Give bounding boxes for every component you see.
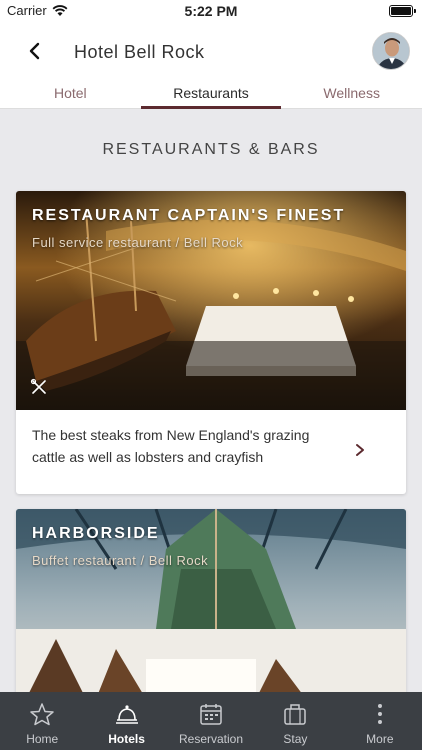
- restaurant-card[interactable]: HARBORSIDE Buffet restaurant / Bell Rock: [16, 509, 406, 699]
- avatar[interactable]: [372, 32, 410, 70]
- restaurant-card[interactable]: RESTAURANT CAPTAIN'S FINEST Full service…: [16, 191, 406, 494]
- nav-home[interactable]: Home: [0, 692, 84, 750]
- restaurant-subtitle: Full service restaurant / Bell Rock: [32, 235, 244, 250]
- restaurant-name: HARBORSIDE: [32, 525, 160, 542]
- page-title: Hotel Bell Rock: [74, 42, 205, 62]
- tab-hotel[interactable]: Hotel: [0, 80, 141, 108]
- status-bar: Carrier 5:22 PM: [0, 0, 422, 22]
- more-icon: [377, 704, 382, 724]
- suitcase-icon: [284, 704, 307, 725]
- back-button[interactable]: [22, 38, 46, 64]
- nav-hotels[interactable]: Hotels: [84, 692, 168, 750]
- nav-stay[interactable]: Stay: [253, 692, 337, 750]
- restaurant-photo: RESTAURANT CAPTAIN'S FINEST Full service…: [16, 191, 406, 410]
- nav-label: Reservation: [179, 732, 244, 746]
- chevron-right-icon[interactable]: [354, 443, 366, 457]
- nav-label: Home: [26, 732, 59, 746]
- tab-restaurants[interactable]: Restaurants: [140, 80, 282, 109]
- tab-wellness[interactable]: Wellness: [281, 80, 422, 108]
- status-time: 5:22 PM: [184, 3, 238, 19]
- tab-bar: Hotel Restaurants Wellness: [0, 80, 422, 109]
- nav-label: Hotels: [108, 732, 145, 746]
- restaurant-photo: HARBORSIDE Buffet restaurant / Bell Rock: [16, 509, 406, 699]
- user-avatar-icon: [373, 33, 409, 69]
- app-header: Hotel Bell Rock: [0, 22, 422, 80]
- bell-icon: [115, 705, 138, 724]
- restaurant-subtitle: Buffet restaurant / Bell Rock: [32, 553, 209, 568]
- battery-icon: [389, 5, 416, 17]
- nav-reservation[interactable]: Reservation: [169, 692, 253, 750]
- calendar-icon: [200, 704, 222, 725]
- nav-label: More: [366, 732, 394, 746]
- chevron-left-icon: [29, 42, 40, 60]
- restaurant-description: The best steaks from New England's grazi…: [32, 427, 310, 465]
- restaurant-name: RESTAURANT CAPTAIN'S FINEST: [32, 207, 346, 224]
- section-title: RESTAURANTS & BARS: [102, 141, 320, 158]
- nav-label: Stay: [283, 732, 308, 746]
- bottom-tab-bar: Home Hotels Reservation Stay More: [0, 692, 422, 750]
- cutlery-icon: [30, 378, 46, 394]
- nav-more[interactable]: More: [338, 692, 422, 750]
- star-icon: [30, 703, 54, 726]
